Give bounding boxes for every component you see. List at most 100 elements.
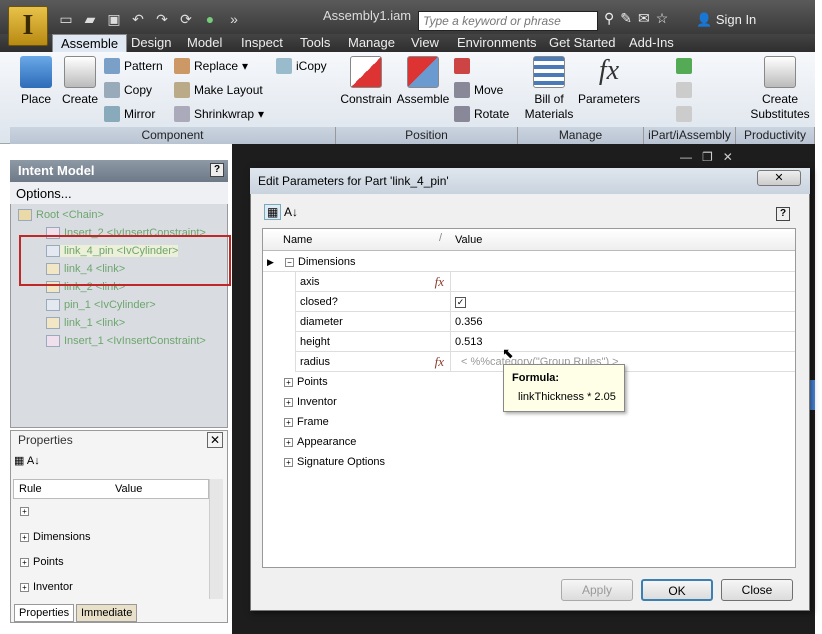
expand-icon[interactable]: + bbox=[284, 417, 293, 427]
tab-design[interactable]: Design bbox=[131, 34, 171, 52]
manage-group-label[interactable]: Manage bbox=[518, 127, 644, 144]
group-row-dimensions[interactable]: ▶ − Dimensions bbox=[263, 252, 795, 272]
group-row[interactable]: + Signature Options bbox=[284, 452, 385, 472]
save-icon[interactable]: ▣ bbox=[104, 10, 124, 28]
iassembly-icon[interactable] bbox=[676, 106, 692, 122]
create-substitutes-button[interactable]: Create Substitutes bbox=[748, 56, 812, 122]
tab-tools[interactable]: Tools bbox=[300, 34, 330, 52]
tab-properties[interactable]: Properties bbox=[14, 604, 75, 622]
param-value[interactable]: 0.356 bbox=[451, 312, 795, 332]
properties-row-label: Dimensions bbox=[33, 531, 91, 543]
tree-item[interactable]: pin_1 <IvCylinder> bbox=[46, 299, 156, 312]
create-label: Create bbox=[61, 92, 99, 106]
group-row[interactable]: + Points bbox=[284, 372, 328, 392]
update-icon[interactable]: ⟳ bbox=[176, 10, 196, 28]
mirror-icon bbox=[104, 106, 120, 122]
alphabetical-icon[interactable]: A↓ bbox=[284, 205, 298, 219]
categorized-icon[interactable]: ▦ bbox=[14, 455, 24, 467]
tab-get-started[interactable]: Get Started bbox=[549, 34, 615, 52]
group-label: Signature Options bbox=[297, 456, 386, 468]
ipart-table-icon[interactable] bbox=[676, 58, 692, 74]
part-icon bbox=[46, 317, 60, 330]
redo-icon[interactable]: ↷ bbox=[152, 10, 172, 28]
properties-scrollbar[interactable] bbox=[209, 479, 223, 599]
group-row[interactable]: + Appearance bbox=[284, 432, 356, 452]
properties-row[interactable]: + Points bbox=[20, 556, 64, 568]
replace-button[interactable]: Replace ▾ bbox=[174, 58, 248, 74]
param-value[interactable] bbox=[451, 272, 795, 292]
application-menu-button[interactable]: I bbox=[8, 6, 48, 46]
help-icon[interactable]: ? bbox=[776, 207, 790, 221]
wrench-icon[interactable]: ✎ bbox=[620, 10, 632, 27]
search-input[interactable]: Type a keyword or phrase bbox=[418, 11, 598, 31]
move-button[interactable]: Move bbox=[454, 82, 503, 98]
apply-button[interactable]: Apply bbox=[561, 579, 633, 601]
rotate-button[interactable]: Rotate bbox=[454, 106, 509, 122]
icopy-button[interactable]: iCopy bbox=[276, 58, 327, 74]
star-icon[interactable]: ☆ bbox=[656, 10, 669, 27]
tab-add-ins[interactable]: Add-Ins bbox=[629, 34, 674, 52]
bill-of-materials-button[interactable]: Bill of Materials bbox=[522, 56, 576, 122]
close-button[interactable]: Close bbox=[721, 579, 793, 601]
categorized-icon[interactable]: ▦ bbox=[264, 204, 282, 220]
close-icon[interactable]: ✕ bbox=[207, 432, 223, 448]
expand-icon[interactable]: + bbox=[284, 397, 293, 407]
group-row[interactable]: + Inventor bbox=[284, 392, 337, 412]
properties-row[interactable]: + Inventor bbox=[20, 581, 73, 593]
sign-in-link[interactable]: 👤 Sign In bbox=[696, 12, 756, 28]
ipart-group-label: iPart/iAssembly bbox=[644, 127, 736, 144]
tab-environments[interactable]: Environments bbox=[457, 34, 536, 52]
restore-icon[interactable]: ❐ bbox=[702, 150, 723, 164]
more-icon[interactable]: » bbox=[224, 10, 244, 28]
tree-item[interactable]: link_1 <link> bbox=[46, 317, 125, 330]
mirror-button[interactable]: Mirror bbox=[104, 106, 155, 122]
minimize-icon[interactable]: — bbox=[680, 150, 702, 164]
shrinkwrap-button[interactable]: Shrinkwrap ▾ bbox=[174, 106, 264, 122]
tree-item[interactable]: Insert_1 <IvInsertConstraint> bbox=[46, 335, 206, 348]
open-icon[interactable]: ▰ bbox=[80, 10, 100, 28]
create-button[interactable]: Create bbox=[60, 56, 100, 106]
tab-assemble[interactable]: Assemble bbox=[52, 34, 128, 52]
comm-center-icon[interactable]: ✉ bbox=[638, 10, 650, 27]
formula-icon[interactable]: fx bbox=[435, 272, 444, 292]
checkbox[interactable]: ✓ bbox=[455, 297, 466, 308]
alphabetical-icon[interactable]: A↓ bbox=[27, 455, 40, 467]
properties-title: Properties bbox=[18, 433, 73, 447]
ok-button[interactable]: OK bbox=[641, 579, 713, 601]
properties-row[interactable]: + Dimensions bbox=[20, 531, 90, 543]
collapse-icon[interactable]: − bbox=[285, 257, 294, 267]
group-row[interactable]: + Frame bbox=[284, 412, 329, 432]
sign-in-label: Sign In bbox=[715, 12, 757, 27]
binoculars-icon[interactable]: ⚲ bbox=[604, 10, 614, 27]
param-value[interactable]: ✓ bbox=[451, 292, 795, 312]
formula-icon[interactable]: fx bbox=[435, 352, 444, 372]
new-icon[interactable]: ▭ bbox=[56, 10, 76, 28]
expand-icon[interactable]: + bbox=[284, 457, 293, 467]
mirror-label: Mirror bbox=[124, 107, 156, 121]
assemble-button[interactable]: Assemble bbox=[396, 56, 450, 106]
close-window-icon[interactable]: ✕ bbox=[723, 150, 743, 164]
tab-immediate[interactable]: Immediate bbox=[76, 604, 138, 622]
properties-row[interactable]: + bbox=[20, 505, 33, 517]
tab-view[interactable]: View bbox=[411, 34, 439, 52]
traffic-light-icon[interactable]: ● bbox=[200, 10, 220, 28]
tab-inspect[interactable]: Inspect bbox=[241, 34, 283, 52]
dialog-close-button[interactable]: ✕ bbox=[757, 170, 801, 186]
pattern-button[interactable]: Pattern bbox=[104, 58, 163, 74]
expand-icon[interactable]: + bbox=[284, 437, 293, 447]
expand-icon[interactable]: + bbox=[284, 377, 293, 387]
tree-item[interactable]: Root <Chain> bbox=[18, 209, 104, 222]
mouse-cursor-icon: ⬉ bbox=[502, 345, 514, 361]
constrain-button[interactable]: Constrain bbox=[338, 56, 394, 106]
ipart-icon[interactable] bbox=[676, 82, 692, 98]
tab-manage[interactable]: Manage bbox=[348, 34, 395, 52]
copy-button[interactable]: Copy bbox=[104, 82, 152, 98]
tab-model[interactable]: Model bbox=[187, 34, 222, 52]
magnet-icon[interactable] bbox=[454, 58, 470, 74]
options-menu[interactable]: Options... bbox=[10, 182, 228, 204]
help-icon[interactable]: ? bbox=[210, 163, 224, 177]
parameters-button[interactable]: fx Parameters bbox=[578, 56, 640, 107]
undo-icon[interactable]: ↶ bbox=[128, 10, 148, 28]
make-layout-button[interactable]: Make Layout bbox=[174, 82, 263, 98]
place-button[interactable]: Place bbox=[16, 56, 56, 106]
